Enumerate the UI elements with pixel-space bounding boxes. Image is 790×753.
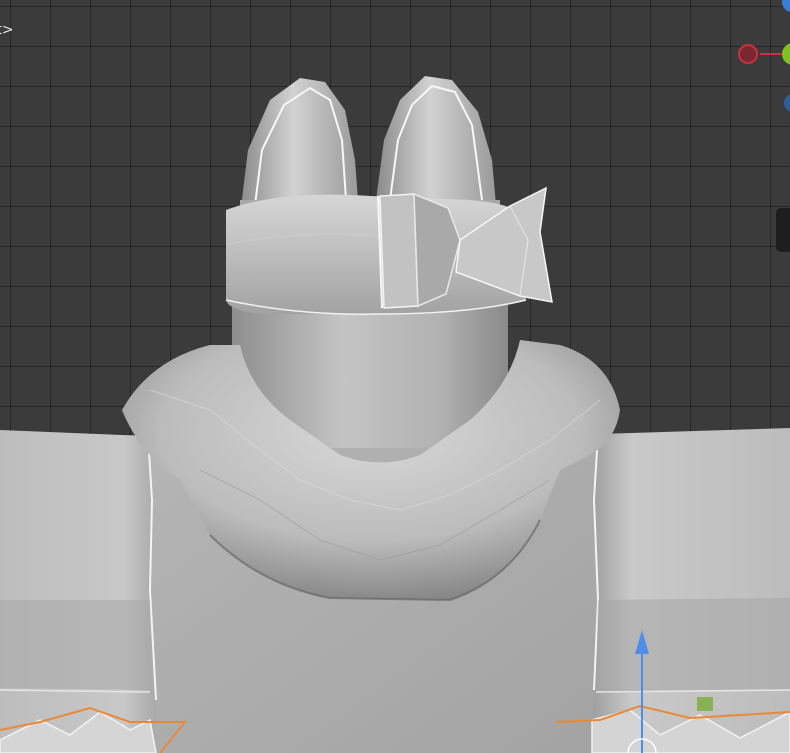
move-plane-handle[interactable]: [697, 697, 713, 711]
negative-x-axis-handle[interactable]: [738, 44, 758, 64]
breadcrumb: art>: [0, 22, 14, 38]
left-arm[interactable]: [0, 430, 157, 753]
left-ear[interactable]: [240, 78, 358, 215]
viewport-scene: [0, 76, 790, 753]
right-arm[interactable]: [591, 428, 790, 753]
3d-viewport[interactable]: art>: [0, 0, 790, 753]
right-ear[interactable]: [376, 76, 496, 205]
sidebar-toggle-tab[interactable]: [776, 208, 790, 252]
